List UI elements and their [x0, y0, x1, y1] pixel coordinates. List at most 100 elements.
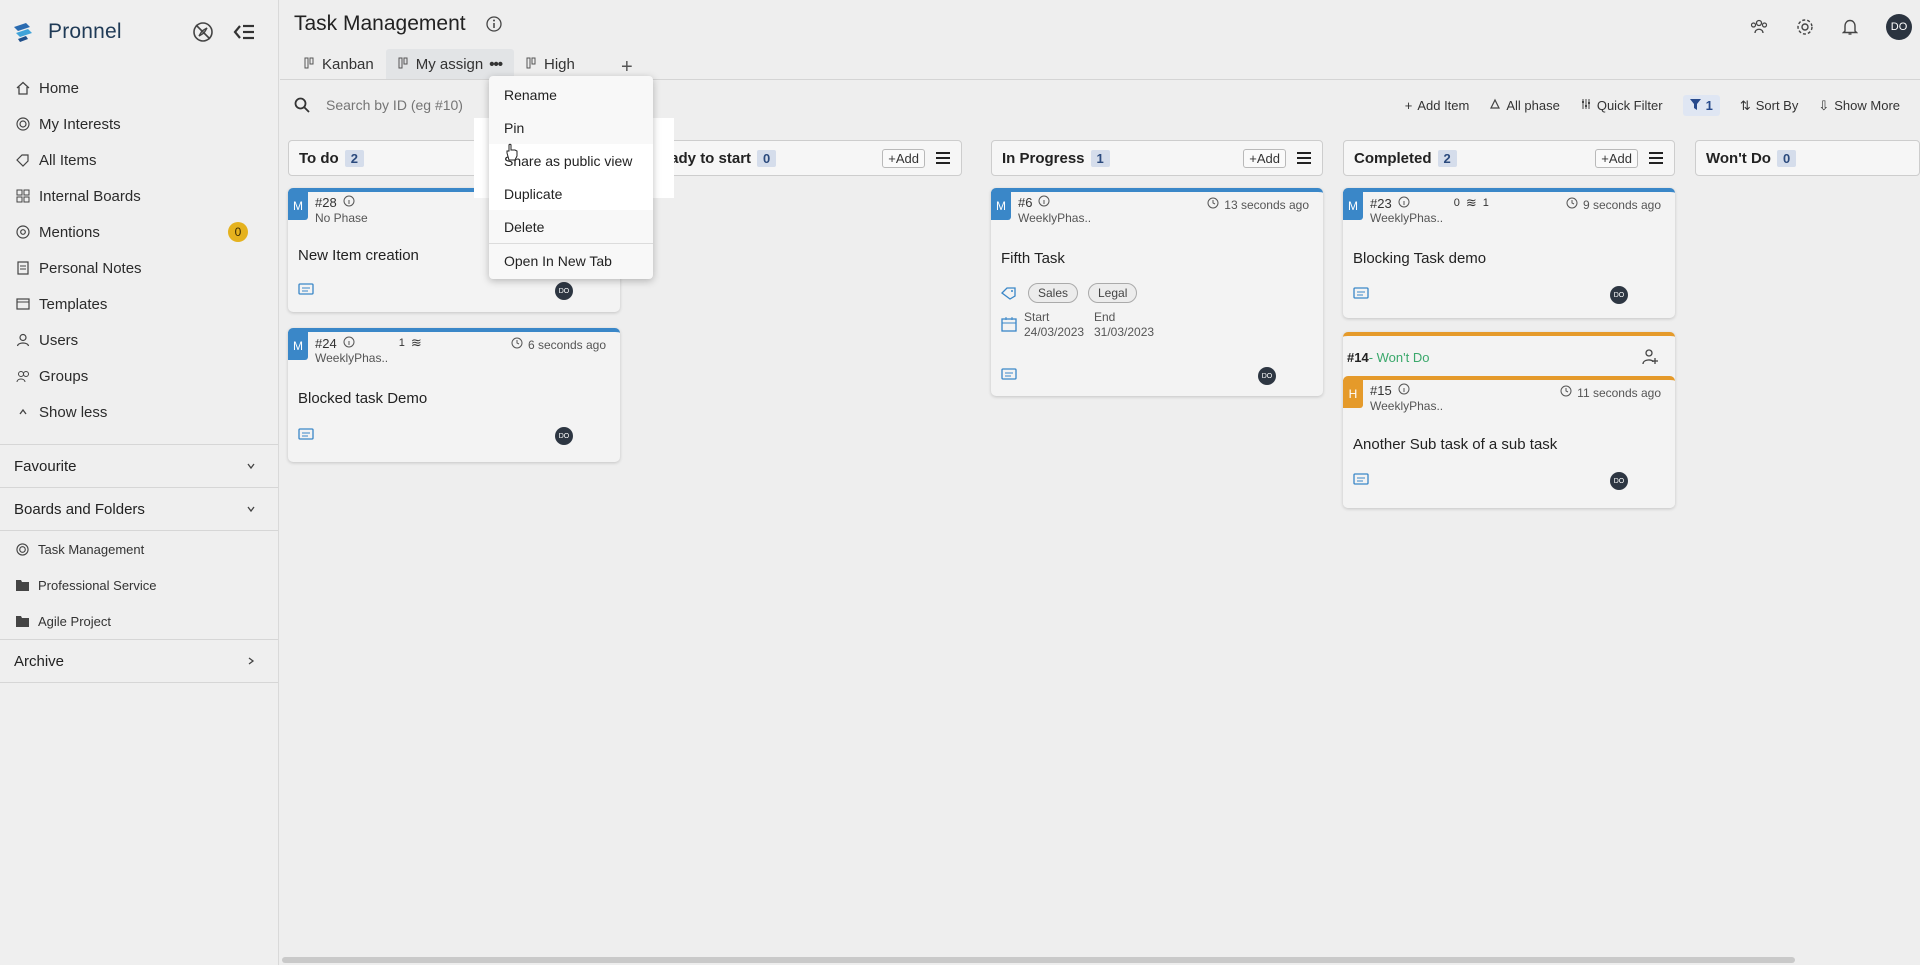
assignee-avatar[interactable]: DO: [555, 282, 573, 300]
menu-item-rename[interactable]: Rename: [489, 78, 653, 111]
info-icon[interactable]: [343, 336, 355, 351]
archive-section[interactable]: Archive: [0, 640, 278, 682]
task-card[interactable]: H #15 WeeklyPhas.. 11 seconds ago Anothe…: [1343, 376, 1675, 508]
collapse-sidebar-icon[interactable]: [232, 22, 256, 42]
bell-icon[interactable]: [1842, 18, 1858, 36]
kanban-icon: [526, 56, 538, 73]
comment-icon[interactable]: [1353, 287, 1369, 301]
sidebar-item-label: Internal Boards: [39, 187, 141, 205]
sidebar-item-templates[interactable]: Templates: [0, 286, 278, 322]
card-time-text: 6 seconds ago: [527, 337, 606, 352]
assignee-avatar[interactable]: DO: [1610, 472, 1628, 490]
sidebar-item-all-items[interactable]: All Items: [0, 142, 278, 178]
sidebar-item-label: Groups: [39, 367, 89, 385]
team-icon[interactable]: [1750, 19, 1768, 35]
search-input[interactable]: [326, 97, 486, 113]
favourite-label: Favourite: [14, 457, 77, 475]
comment-icon[interactable]: [298, 428, 314, 442]
more-dots-icon[interactable]: •••: [489, 56, 503, 73]
info-icon[interactable]: [485, 16, 502, 32]
sidebar-item-groups[interactable]: Groups: [0, 358, 278, 394]
logo-row: Pronnel: [0, 0, 278, 64]
horizontal-scrollbar[interactable]: [282, 957, 1795, 963]
hamburger-menu-icon[interactable]: [1296, 151, 1312, 165]
menu-item-duplicate[interactable]: Duplicate: [489, 177, 653, 210]
info-icon[interactable]: [343, 195, 355, 210]
priority-badge: M: [288, 332, 308, 360]
archive-label: Archive: [14, 652, 65, 670]
calendar-icon: [1001, 316, 1017, 335]
show-more-button[interactable]: ⇩ Show More: [1818, 98, 1900, 114]
priority-badge: H: [1343, 380, 1363, 408]
assignee-avatar[interactable]: DO: [1610, 286, 1628, 304]
hamburger-menu-icon[interactable]: [1648, 151, 1664, 165]
subtask-group[interactable]: #14- Won't Do H #15 WeeklyPhas.. 11 seco…: [1343, 332, 1675, 508]
tab-kanban[interactable]: Kanban: [292, 49, 386, 79]
card-phase: WeeklyPhas..: [1370, 399, 1444, 413]
assignee-avatar[interactable]: DO: [1258, 367, 1276, 385]
tab-context-menu: Rename Pin Share as public view Duplicat…: [489, 76, 653, 279]
tab-label: Kanban: [322, 55, 374, 73]
quick-filter-button[interactable]: Quick Filter: [1580, 98, 1663, 113]
add-item-column-button[interactable]: +Add: [1243, 148, 1286, 168]
sidebar-item-label: Personal Notes: [39, 259, 142, 277]
sidebar-item-my-interests[interactable]: My Interests: [0, 106, 278, 142]
tag-legal[interactable]: Legal: [1088, 283, 1138, 303]
all-phase-button[interactable]: All phase: [1489, 98, 1560, 113]
add-item-column-button[interactable]: +Add: [1595, 148, 1638, 168]
menu-item-open-new-tab[interactable]: Open In New Tab: [489, 244, 653, 277]
menu-item-delete[interactable]: Delete: [489, 210, 653, 243]
tab-high[interactable]: High: [514, 49, 587, 79]
sidebar-item-mentions[interactable]: Mentions 0: [0, 214, 278, 250]
card-title: Blocking Task demo: [1353, 250, 1487, 267]
priority-badge: M: [288, 192, 308, 220]
task-card[interactable]: M #23 0 ≋ 1 WeeklyPhas.. 9 seconds ago Bloc…: [1343, 188, 1675, 318]
task-card[interactable]: M #6 WeeklyPhas.. 13 seconds ago Fifth T…: [991, 188, 1323, 396]
gear-icon[interactable]: [1796, 18, 1814, 36]
group-header: #14- Won't Do: [1347, 350, 1429, 365]
folder-item-label: Professional Service: [38, 577, 157, 593]
info-icon[interactable]: [1398, 196, 1410, 211]
add-item-button[interactable]: + Add Item: [1405, 98, 1470, 113]
task-card[interactable]: M #24 1 ≋ WeeklyPhas.. 6 seconds ago Block…: [288, 328, 620, 462]
comment-icon[interactable]: [1001, 368, 1017, 382]
add-item-column-button[interactable]: +Add: [882, 148, 925, 168]
add-item-label: Add Item: [1417, 98, 1470, 113]
folder-item-agile-project[interactable]: Agile Project: [0, 603, 278, 639]
hamburger-menu-icon[interactable]: [935, 151, 951, 165]
column-wont-do: Won't Do 0: [1695, 140, 1920, 176]
mentions-count-badge: 0: [228, 222, 248, 242]
info-icon[interactable]: [1038, 195, 1050, 210]
user-avatar[interactable]: DO: [1886, 14, 1912, 40]
comment-icon[interactable]: [1353, 473, 1369, 487]
sort-by-button[interactable]: ⇅ Sort By: [1740, 98, 1799, 114]
card-id: #28: [315, 195, 337, 210]
sidebar-item-home[interactable]: Home: [0, 70, 278, 106]
sidebar-item-show-less[interactable]: Show less: [0, 394, 278, 430]
assignee-avatar[interactable]: DO: [555, 427, 573, 445]
column-header: Completed 2 +Add: [1343, 140, 1675, 176]
sidebar-item-users[interactable]: Users: [0, 322, 278, 358]
clock-icon: [1560, 385, 1572, 400]
kanban-icon: [304, 56, 316, 73]
tab-my-assign[interactable]: My assign •••: [385, 49, 515, 79]
active-filter-button[interactable]: 1: [1682, 95, 1720, 116]
menu-item-pin[interactable]: Pin: [489, 111, 653, 144]
add-user-icon[interactable]: [1641, 348, 1659, 369]
comment-icon[interactable]: [298, 283, 314, 297]
favourite-section[interactable]: Favourite: [0, 445, 278, 487]
sidebar-item-internal-boards[interactable]: Internal Boards: [0, 178, 278, 214]
target-icon: [16, 117, 30, 131]
group-id: #14: [1347, 350, 1369, 365]
board-item-task-management[interactable]: Task Management: [0, 531, 278, 567]
boards-folders-section[interactable]: Boards and Folders: [0, 488, 278, 530]
sidebar-item-personal-notes[interactable]: Personal Notes: [0, 250, 278, 286]
card-time: 9 seconds ago: [1566, 197, 1661, 212]
tag-sales[interactable]: Sales: [1028, 283, 1079, 303]
info-icon[interactable]: [1398, 383, 1410, 398]
column-count: 0: [1776, 149, 1797, 167]
blocked-count: 0: [1453, 197, 1460, 209]
compass-off-icon[interactable]: [192, 21, 214, 43]
sort-by-label: Sort By: [1755, 98, 1799, 113]
folder-item-professional-service[interactable]: Professional Service: [0, 567, 278, 603]
